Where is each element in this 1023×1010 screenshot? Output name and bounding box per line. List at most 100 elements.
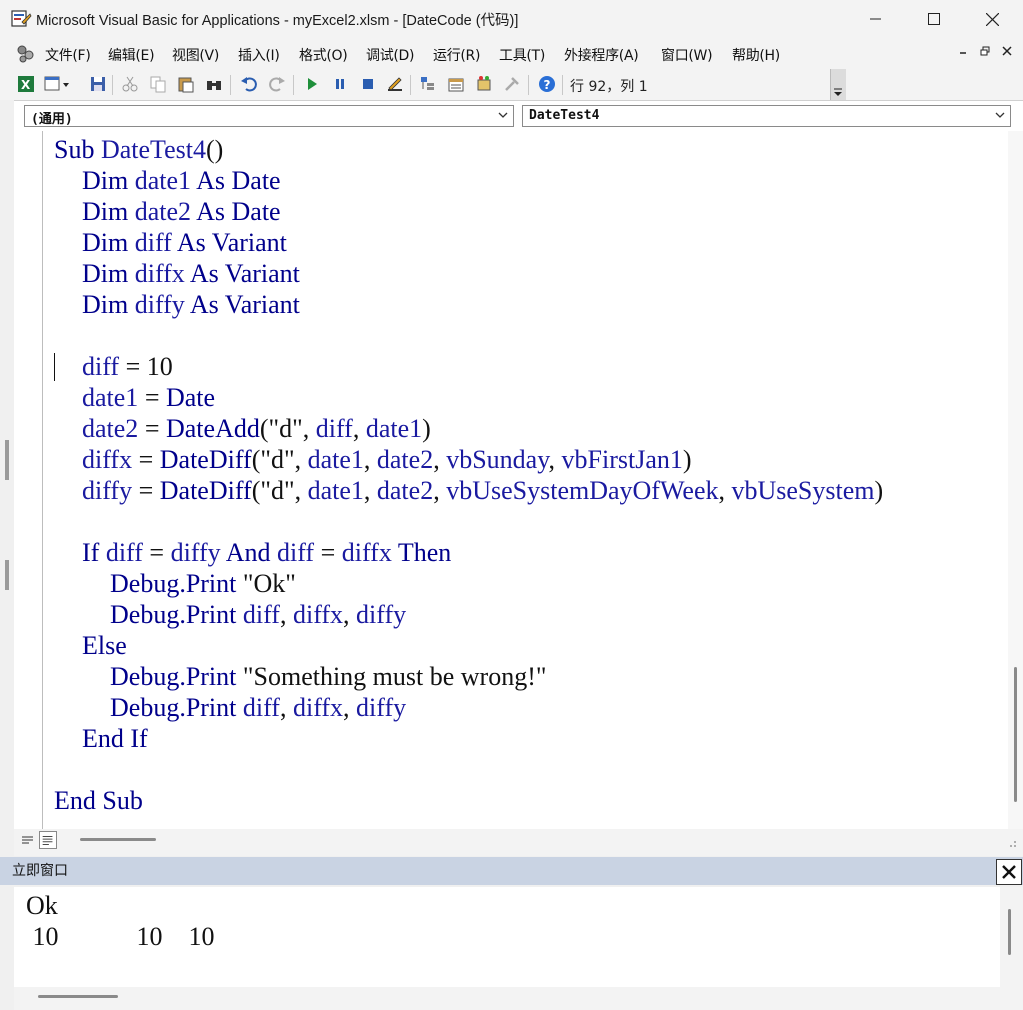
- break-icon[interactable]: [331, 75, 349, 93]
- scrollbar-thumb[interactable]: [1008, 909, 1011, 955]
- code-token: DateAdd: [165, 414, 260, 443]
- redo-icon[interactable]: [268, 75, 286, 93]
- immediate-horizontal-scrollbar[interactable]: [14, 987, 1023, 1010]
- minimize-button[interactable]: [847, 0, 905, 38]
- immediate-output-line: Ok: [26, 891, 58, 920]
- vba-app-icon: [11, 10, 32, 27]
- mdi-close-button[interactable]: [1002, 45, 1012, 59]
- immediate-close-button[interactable]: [996, 859, 1022, 885]
- menu-view[interactable]: 视图(V): [172, 45, 219, 65]
- mdi-minimize-button[interactable]: [958, 45, 968, 59]
- help-icon[interactable]: ?: [538, 75, 556, 93]
- code-window-bottom-bar: [14, 829, 1023, 856]
- code-token: diff: [134, 228, 172, 257]
- scrollbar-thumb[interactable]: [1014, 667, 1017, 802]
- code-token: date2: [376, 445, 434, 474]
- toolbar-overflow-button[interactable]: [830, 69, 846, 100]
- object-dropdown[interactable]: (通用): [24, 105, 514, 127]
- code-token: date2: [82, 414, 139, 443]
- code-line: diff = 10: [82, 351, 173, 382]
- menu-run[interactable]: 运行(R): [433, 45, 480, 65]
- toolbox-icon[interactable]: [503, 75, 521, 93]
- code-token: diff: [242, 693, 280, 722]
- menu-edit[interactable]: 编辑(E): [108, 45, 155, 65]
- menu-insert[interactable]: 插入(I): [238, 45, 280, 65]
- code-window-icon[interactable]: [14, 42, 38, 66]
- code-token: diffx: [292, 693, 344, 722]
- insert-userform-icon[interactable]: [44, 75, 70, 93]
- code-token: ,: [343, 693, 357, 722]
- code-line: Debug.Print diff, diffx, diffy: [110, 692, 406, 723]
- menu-tools[interactable]: 工具(T): [499, 45, 545, 65]
- code-token: DateTest4: [100, 135, 206, 164]
- chevron-down-icon: [834, 88, 842, 96]
- reset-icon[interactable]: [359, 75, 377, 93]
- code-token: diff: [277, 538, 315, 567]
- code-token: diffx: [341, 538, 392, 567]
- title-bar: Microsoft Visual Basic for Applications …: [0, 0, 1023, 38]
- code-token: Dim: [82, 228, 135, 257]
- menu-addins[interactable]: 外接程序(A): [564, 45, 639, 65]
- design-mode-icon[interactable]: [386, 75, 404, 93]
- close-button[interactable]: [963, 0, 1021, 38]
- code-horizontal-scrollbar-thumb[interactable]: [80, 838, 156, 841]
- code-token: As Variant: [184, 290, 300, 319]
- menu-format[interactable]: 格式(O): [299, 45, 348, 65]
- run-icon[interactable]: [303, 75, 321, 93]
- mdi-restore-button[interactable]: [980, 45, 990, 59]
- scrollbar-thumb[interactable]: [38, 995, 118, 998]
- code-line: Debug.Print diff, diffx, diffy: [110, 599, 406, 630]
- code-token: ,: [363, 445, 377, 474]
- svg-text:?: ?: [544, 78, 551, 92]
- code-line: End If: [82, 723, 148, 754]
- full-module-view-icon[interactable]: [39, 831, 57, 849]
- code-token: And: [220, 538, 277, 567]
- code-token: ,: [363, 476, 377, 505]
- paste-icon[interactable]: [177, 75, 195, 93]
- project-explorer-icon[interactable]: [419, 75, 437, 93]
- chevron-down-icon: [995, 112, 1005, 118]
- maximize-icon: [928, 13, 940, 25]
- code-token: diffy: [356, 693, 407, 722]
- resize-grip-icon[interactable]: [1004, 837, 1018, 851]
- code-token: Dim: [82, 166, 135, 195]
- code-token: "Ok": [236, 569, 296, 598]
- find-icon[interactable]: [205, 75, 223, 93]
- undo-icon[interactable]: [240, 75, 258, 93]
- properties-icon[interactable]: [447, 75, 465, 93]
- code-line: Sub DateTest4(): [54, 134, 223, 165]
- cut-icon[interactable]: [121, 75, 139, 93]
- minimize-icon: [960, 52, 966, 54]
- code-token: vbUseSystem: [731, 476, 875, 505]
- code-token: ("d",: [251, 476, 308, 505]
- maximize-button[interactable]: [905, 0, 963, 38]
- code-token: vbSunday: [446, 445, 549, 474]
- code-token: =: [314, 538, 342, 567]
- code-token: diff: [82, 352, 120, 381]
- immediate-window-output[interactable]: Ok 10 10 10: [14, 887, 1000, 987]
- code-token: Date: [165, 383, 216, 412]
- menu-window[interactable]: 窗口(W): [661, 45, 713, 65]
- code-line: Dim diffy As Variant: [82, 289, 300, 320]
- code-line: Debug.Print "Something must be wrong!": [110, 661, 547, 692]
- object-browser-icon[interactable]: [475, 75, 493, 93]
- code-vertical-scrollbar[interactable]: [1008, 131, 1023, 829]
- immediate-vertical-scrollbar[interactable]: [1000, 887, 1023, 987]
- excel-icon[interactable]: X: [17, 75, 35, 93]
- menu-file[interactable]: 文件(F): [45, 45, 91, 65]
- copy-icon[interactable]: [149, 75, 167, 93]
- code-editor[interactable]: Sub DateTest4() Dim date1 As Date Dim date…: [14, 131, 1008, 829]
- code-token: If: [82, 538, 106, 567]
- code-token: End Sub: [54, 786, 143, 815]
- vba-editor-window: Microsoft Visual Basic for Applications …: [0, 0, 1023, 1010]
- save-icon[interactable]: [89, 75, 107, 93]
- code-token: As Date: [191, 197, 281, 226]
- menu-help[interactable]: 帮助(H): [732, 45, 780, 65]
- restore-icon: [980, 46, 990, 56]
- code-line: Dim diff As Variant: [82, 227, 287, 258]
- procedure-dropdown[interactable]: DateTest4: [522, 105, 1011, 127]
- procedure-view-icon[interactable]: [19, 831, 37, 849]
- menu-debug[interactable]: 调试(D): [366, 45, 415, 65]
- code-token: diffy: [134, 290, 185, 319]
- window-title: Microsoft Visual Basic for Applications …: [36, 13, 519, 29]
